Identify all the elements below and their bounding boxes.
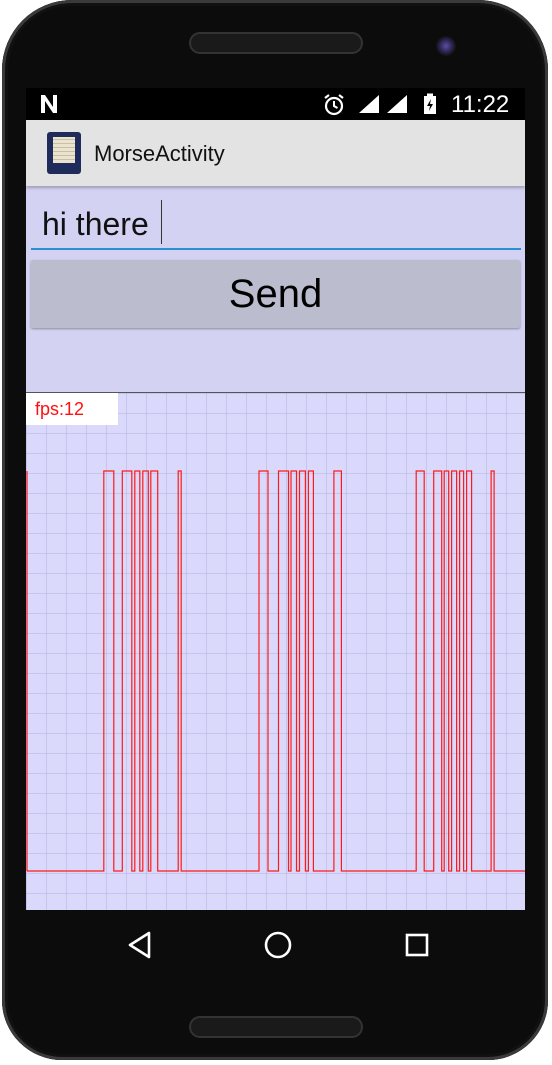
- fps-counter: fps:12: [26, 393, 118, 425]
- alarm-icon: [322, 93, 346, 122]
- cell-signal-icon: [386, 94, 408, 119]
- app-launcher-icon: [47, 132, 81, 174]
- front-camera: [436, 36, 456, 56]
- message-input[interactable]: hi there: [31, 196, 521, 250]
- status-clock: 11:22: [451, 91, 510, 118]
- app-title: MorseActivity: [94, 141, 225, 166]
- text-cursor: [161, 200, 162, 244]
- phone-frame: 11:22 MorseActivity hi there Send fps:12: [2, 0, 548, 1060]
- status-bar: 11:22: [26, 88, 525, 120]
- device-screen: 11:22 MorseActivity hi there Send fps:12: [26, 88, 525, 910]
- bottom-speaker-grille: [189, 1016, 363, 1038]
- navigation-bar: [28, 910, 527, 978]
- wifi-signal-icon: [358, 94, 380, 119]
- battery-icon: [423, 93, 437, 120]
- home-icon[interactable]: [261, 928, 295, 962]
- recents-icon[interactable]: [400, 928, 434, 962]
- n-notification-icon: [40, 94, 58, 120]
- signal-waveform: [26, 470, 525, 872]
- signal-trace: [26, 470, 525, 872]
- message-input-text[interactable]: hi there: [42, 206, 149, 243]
- top-speaker-grille: [189, 32, 363, 54]
- app-bar: MorseActivity: [26, 120, 525, 186]
- morse-signal-view: fps:12: [26, 392, 525, 910]
- back-icon[interactable]: [123, 928, 157, 962]
- send-button[interactable]: Send: [31, 260, 520, 328]
